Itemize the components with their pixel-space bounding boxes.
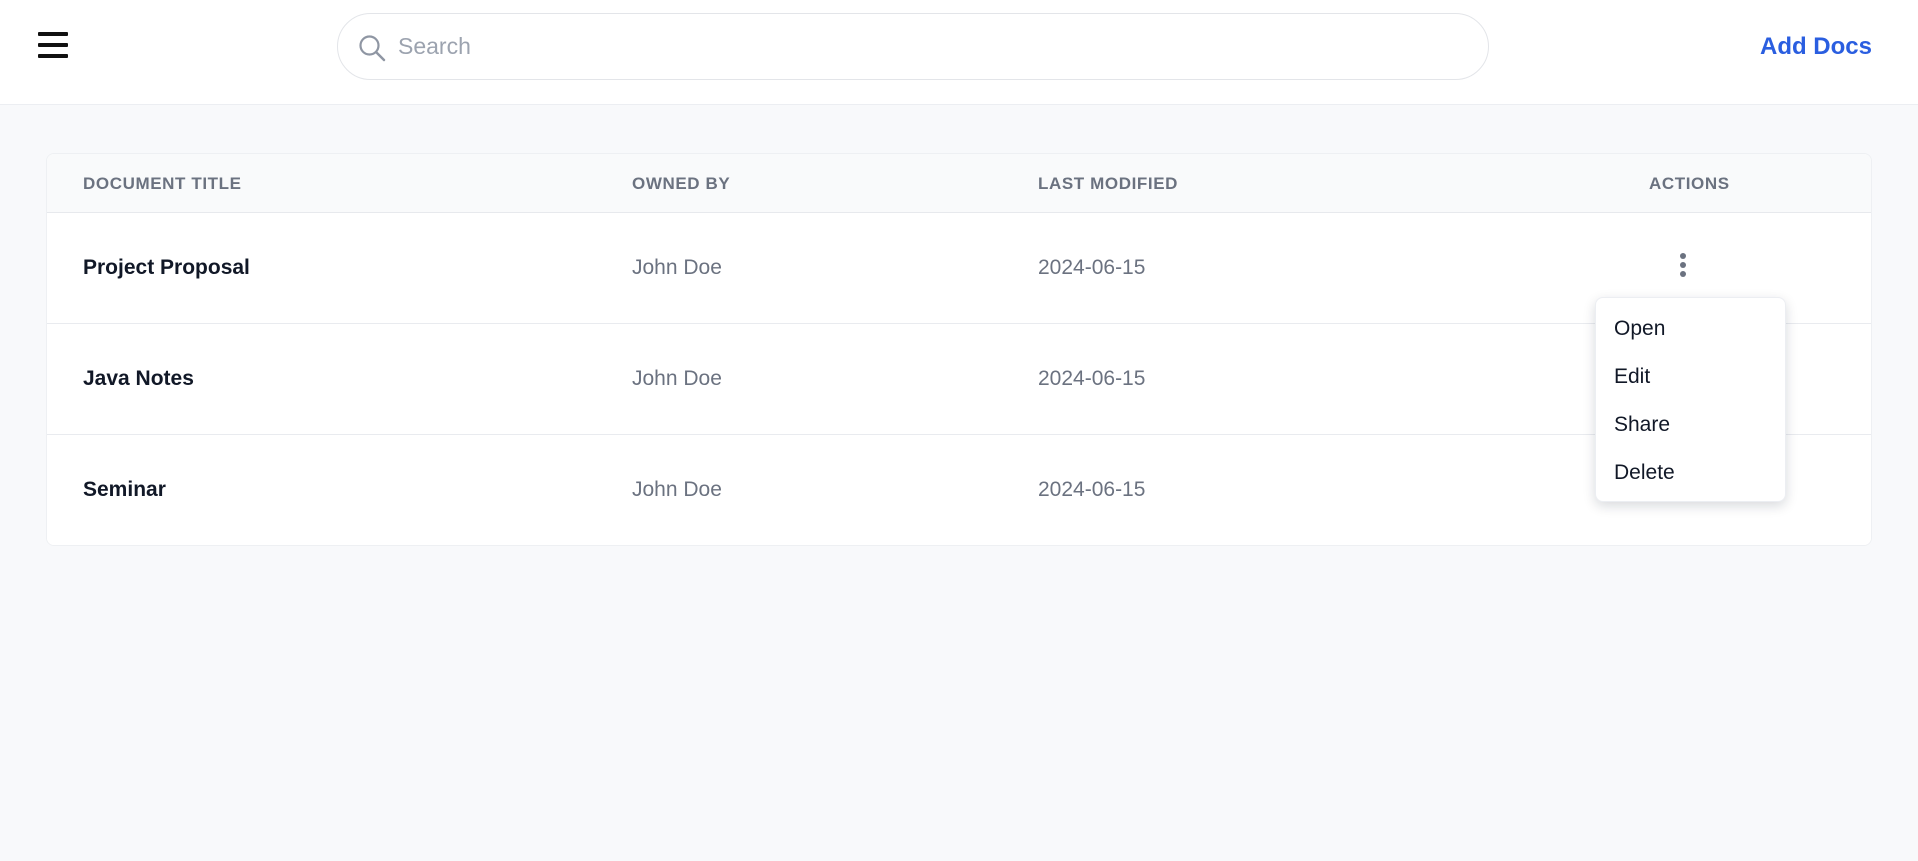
document-title[interactable]: Project Proposal — [83, 256, 250, 280]
menu-line — [38, 54, 68, 58]
kebab-dot — [1680, 271, 1686, 277]
search-icon — [359, 35, 386, 62]
document-owner: John Doe — [632, 478, 722, 501]
top-header: Add Docs — [0, 0, 1918, 105]
document-last-modified: 2024-06-15 — [1038, 367, 1146, 390]
document-owner: John Doe — [632, 256, 722, 279]
menu-line — [38, 43, 68, 47]
row-actions-dropdown: Open Edit Share Delete — [1595, 297, 1786, 502]
table-header: DOCUMENT TITLE OWNED BY LAST MODIFIED AC… — [47, 154, 1871, 213]
add-docs-button[interactable]: Add Docs — [1760, 33, 1872, 61]
open-menu-item[interactable]: Open — [1596, 309, 1785, 357]
search-input[interactable] — [398, 14, 1468, 79]
column-header-owned-by: OWNED BY — [632, 174, 731, 193]
document-owner: John Doe — [632, 367, 722, 390]
document-last-modified: 2024-06-15 — [1038, 256, 1146, 279]
document-title[interactable]: Java Notes — [83, 367, 194, 391]
document-last-modified: 2024-06-15 — [1038, 478, 1146, 501]
column-header-actions: ACTIONS — [1649, 174, 1730, 193]
edit-menu-item[interactable]: Edit — [1596, 357, 1785, 405]
more-vertical-icon[interactable] — [1678, 253, 1688, 277]
column-header-last-modified: LAST MODIFIED — [1038, 174, 1179, 193]
share-menu-item[interactable]: Share — [1596, 405, 1785, 453]
column-header-document-title: DOCUMENT TITLE — [83, 174, 242, 193]
kebab-dot — [1680, 253, 1686, 259]
search-bar[interactable] — [337, 13, 1489, 80]
delete-menu-item[interactable]: Delete — [1596, 453, 1785, 501]
hamburger-menu-icon[interactable] — [38, 32, 68, 59]
kebab-dot — [1680, 262, 1686, 268]
document-title[interactable]: Seminar — [83, 478, 166, 502]
menu-line — [38, 32, 68, 36]
